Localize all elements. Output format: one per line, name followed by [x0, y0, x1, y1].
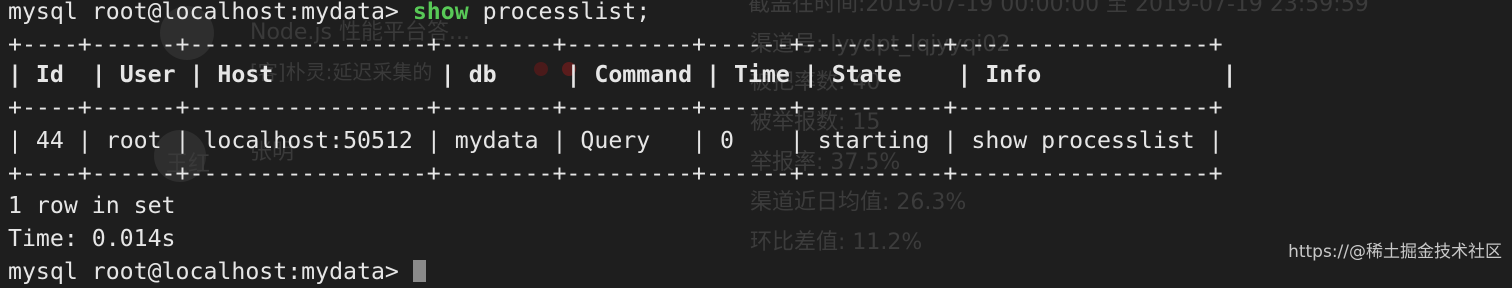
header-info: Info [985, 61, 1042, 88]
prompt: mysql root@localhost:mydata> [8, 258, 413, 285]
query-time: Time: 0.014s [8, 225, 176, 252]
command-line: mysql root@localhost:mydata> show proces… [8, 0, 650, 28]
cell-user: root [105, 127, 162, 154]
table-border-middle: +----+------+-----------------+--------+… [8, 94, 1223, 121]
header-host: Host [217, 61, 274, 88]
cell-db: mydata [454, 127, 539, 154]
cell-info: show processlist [971, 127, 1195, 154]
cell-time: 0 [720, 127, 735, 154]
header-id: Id [35, 61, 64, 88]
table-border-top: +----+------+-----------------+--------+… [8, 31, 1223, 58]
header-state: State [831, 61, 902, 88]
prompt: mysql root@localhost:mydata> [8, 0, 413, 25]
table-border-bottom: +----+------+-----------------+--------+… [8, 160, 1223, 187]
cell-id: 44 [35, 127, 64, 154]
command-text: processlist; [468, 0, 651, 25]
table-header-row: | Id | User | Host | db | Command | Time… [8, 61, 1237, 88]
table-row: | 44 | root | localhost:50512 | mydata |… [8, 127, 1223, 154]
terminal[interactable]: mysql root@localhost:mydata> show proces… [0, 0, 1512, 285]
row-count: 1 row in set [8, 192, 176, 219]
cell-host: localhost:50512 [203, 127, 413, 154]
next-prompt-line[interactable]: mysql root@localhost:mydata> [8, 255, 426, 288]
text-cursor [412, 260, 426, 282]
header-user: User [119, 61, 176, 88]
header-command: Command [594, 61, 693, 88]
watermark: https://@稀土掘金技术社区 [1288, 242, 1502, 262]
cell-state: starting [817, 127, 930, 154]
command-keyword: show [412, 0, 469, 25]
cell-command: Query [580, 127, 651, 154]
header-db: db [468, 61, 497, 88]
header-time: Time [734, 61, 790, 88]
